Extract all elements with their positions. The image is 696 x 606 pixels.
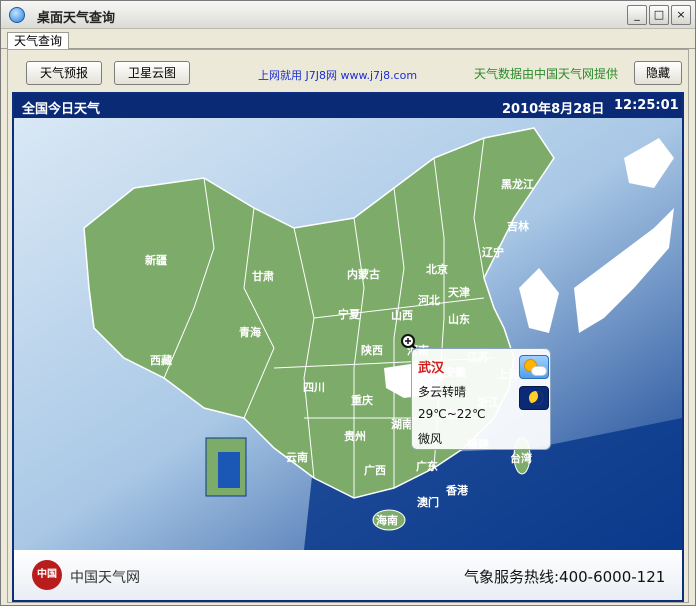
toolbar: 天气预报 卫星云图 上网就用 J7J8网 www.j7j8.com 天气数据由中… (8, 50, 688, 92)
map-time: 12:25:01 (614, 98, 679, 113)
label-sichuan: 四川 (303, 381, 325, 394)
app-window: 桌面天气查询 _ □ × 天气查询 天气预报 卫星云图 上网就用 J7J8网 w… (0, 0, 696, 606)
popup-wind: 微风 (418, 432, 443, 446)
satellite-button[interactable]: 卫星云图 (114, 61, 190, 85)
label-xinjiang: 新疆 (145, 253, 167, 267)
partly-cloudy-icon (519, 355, 549, 379)
map-header: 全国今日天气 2010年8月28日 12:25:01 (14, 94, 682, 118)
moon-icon (519, 386, 549, 410)
map-footer: 中国 中国天气网 气象服务热线:400-6000-121 (14, 550, 682, 600)
label-neimenggu: 内蒙古 (347, 267, 380, 281)
label-heilongjiang: 黑龙江 (501, 177, 534, 191)
label-xizang: 西藏 (150, 353, 172, 367)
site-link[interactable]: 上网就用 J7J8网 www.j7j8.com (258, 67, 417, 83)
provider-text: 天气数据由中国天气网提供 (474, 67, 619, 81)
window-title: 桌面天气查询 (37, 11, 116, 26)
moon-shape (529, 391, 543, 405)
inset-sea (218, 452, 240, 488)
label-gansu: 甘肃 (252, 269, 274, 283)
label-hebei: 河北 (418, 293, 440, 307)
weather-popup: 武汉 多云转晴 29℃~22℃ 微风 (411, 348, 551, 450)
close-button[interactable]: × (671, 5, 691, 25)
label-shaanxi: 陕西 (361, 343, 383, 357)
main-panel: 天气预报 卫星云图 上网就用 J7J8网 www.j7j8.com 天气数据由中… (7, 49, 689, 603)
label-guangdong: 广东 (416, 459, 438, 473)
label-liaoning: 辽宁 (482, 245, 504, 259)
service-hotline: 气象服务热线:400-6000-121 (464, 568, 666, 586)
hide-button[interactable]: 隐藏 (634, 61, 682, 85)
cma-logo-icon: 中国 (32, 560, 62, 590)
minimize-button[interactable]: _ (627, 5, 647, 25)
label-tianjin: 天津 (448, 285, 470, 299)
label-yunnan: 云南 (286, 450, 308, 464)
window-controls: _ □ × (627, 5, 691, 25)
site-name: 中国天气网 (70, 570, 140, 586)
forecast-button[interactable]: 天气预报 (26, 61, 102, 85)
popup-city: 武汉 (418, 361, 445, 376)
popup-temperature: 29℃~22℃ (418, 407, 486, 421)
label-ningxia: 宁夏 (338, 307, 361, 321)
label-guangxi: 广西 (364, 463, 386, 477)
tab-weather-query[interactable]: 天气查询 (7, 32, 70, 49)
map-date: 2010年8月28日 (502, 102, 605, 117)
app-icon (9, 7, 25, 23)
label-chongqing: 重庆 (351, 393, 373, 407)
label-jilin: 吉林 (507, 219, 529, 233)
label-macau: 澳门 (417, 495, 439, 509)
label-qinghai: 青海 (239, 325, 261, 339)
cloud-icon (531, 366, 547, 376)
tab-strip: 天气查询 (1, 29, 695, 49)
weather-map: 全国今日天气 2010年8月28日 12:25:01 黑龙江 吉林 辽宁 北京 … (12, 92, 684, 602)
label-hainan: 海南 (376, 513, 398, 527)
label-guizhou: 贵州 (344, 429, 366, 443)
china-map[interactable]: 黑龙江 吉林 辽宁 北京 天津 河北 山东 内蒙古 新疆 甘肃 宁夏 山西 陕西… (14, 118, 682, 550)
label-shanxi: 山西 (391, 308, 413, 322)
title-bar[interactable]: 桌面天气查询 _ □ × (1, 1, 695, 29)
maximize-button[interactable]: □ (649, 5, 669, 25)
label-hunan: 湖南 (391, 417, 413, 431)
label-shandong: 山东 (448, 312, 470, 326)
label-hongkong: 香港 (445, 483, 469, 497)
map-title: 全国今日天气 (22, 102, 101, 117)
label-beijing: 北京 (426, 262, 448, 276)
label-taiwan: 台湾 (510, 451, 532, 465)
popup-condition: 多云转晴 (418, 385, 467, 399)
